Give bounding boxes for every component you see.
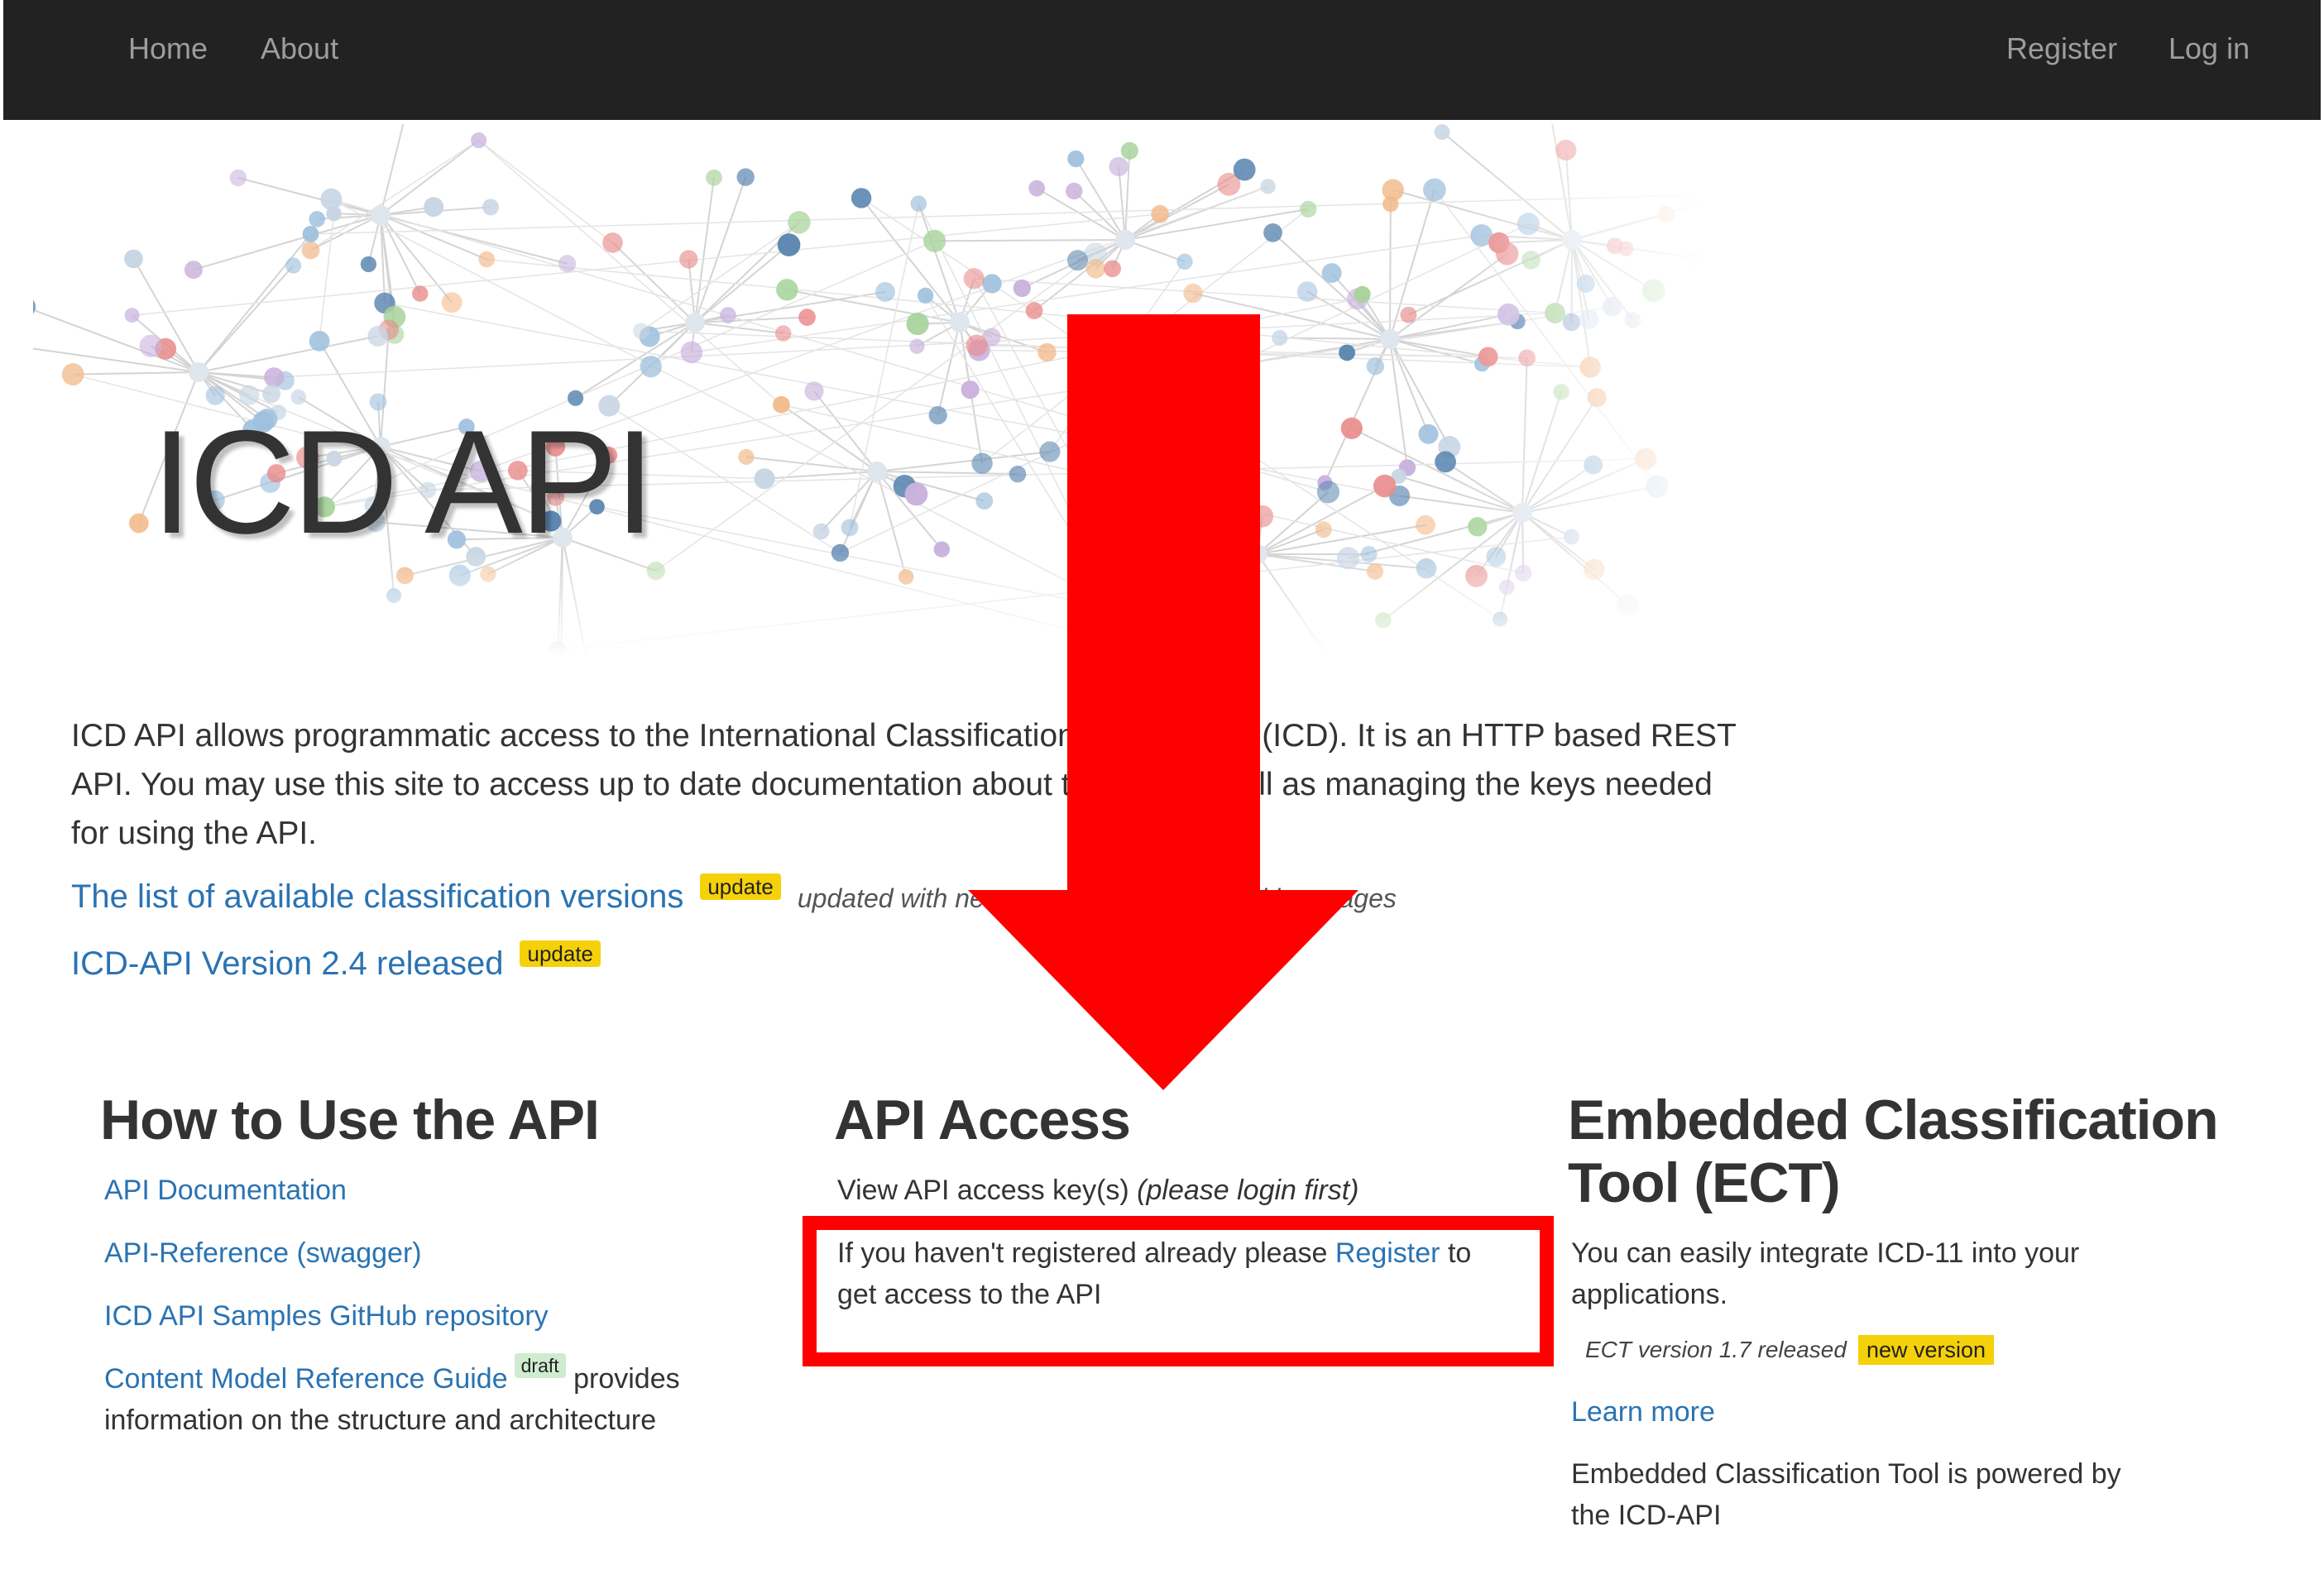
red-arrow-shape — [968, 314, 1358, 1090]
red-highlight-box — [803, 1216, 1554, 1366]
